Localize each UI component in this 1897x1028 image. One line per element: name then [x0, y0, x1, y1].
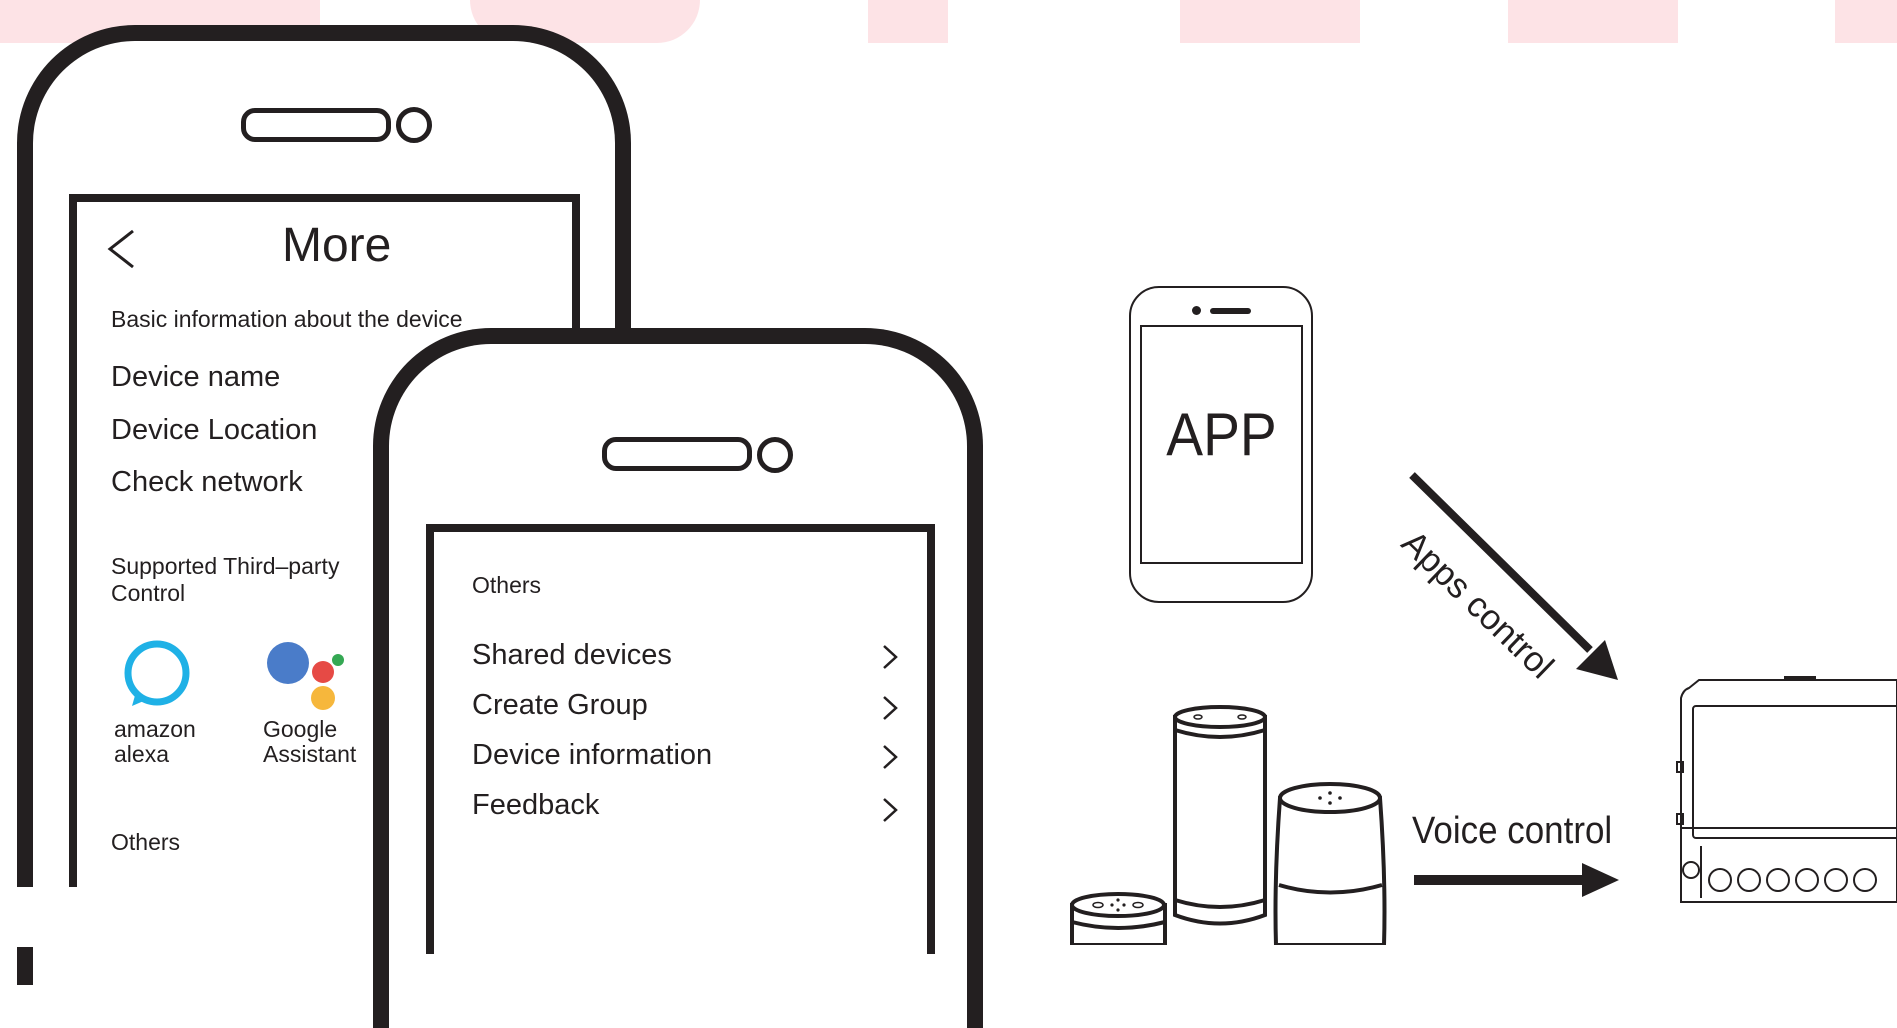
alexa-icon[interactable]: [122, 640, 192, 710]
front-camera: [757, 437, 793, 473]
menu-item-device-name[interactable]: Device name: [111, 361, 280, 394]
page-title: More: [282, 219, 392, 272]
chevron-right-icon[interactable]: [880, 797, 900, 823]
menu-item-shared-devices[interactable]: Shared devices: [472, 639, 672, 672]
section-third-party: Supported Third–party: [111, 553, 340, 579]
app-phone-camera: [1192, 306, 1201, 315]
chevron-right-icon[interactable]: [880, 744, 900, 770]
chevron-right-icon[interactable]: [880, 695, 900, 721]
voice-control-label: Voice control: [1412, 810, 1613, 852]
back-chevron-icon[interactable]: [106, 228, 136, 270]
google-label: Google: [263, 716, 338, 742]
section-others-right: Others: [472, 572, 542, 598]
google-label-line2: Assistant: [263, 741, 357, 767]
voice-control-arrow: [1414, 863, 1619, 897]
background-band: [1180, 0, 1360, 43]
speaker-slot: [602, 437, 752, 471]
smart-speakers-icon: [1070, 705, 1387, 945]
app-phone-speaker: [1210, 308, 1251, 314]
chevron-right-icon[interactable]: [880, 644, 900, 670]
section-basic-info: Basic information about the device: [111, 306, 463, 332]
menu-item-feedback[interactable]: Feedback: [472, 789, 599, 822]
smart-device-icon: [1676, 676, 1897, 903]
menu-item-create-group[interactable]: Create Group: [472, 689, 648, 722]
app-label: APP: [1166, 401, 1277, 468]
section-others-left: Others: [111, 829, 181, 855]
front-camera: [396, 107, 432, 143]
menu-item-device-location[interactable]: Device Location: [111, 414, 317, 447]
background-band: [1508, 0, 1678, 43]
menu-item-check-network[interactable]: Check network: [111, 466, 303, 499]
menu-item-device-information[interactable]: Device information: [472, 739, 712, 772]
background-band: [1835, 0, 1897, 43]
background-band: [868, 0, 948, 43]
google-assistant-icon[interactable]: [266, 640, 346, 712]
alexa-label-line2: alexa: [114, 741, 169, 767]
bottom-whitespace: [0, 887, 400, 947]
section-third-party-line2: Control: [111, 580, 186, 606]
alexa-label: amazon: [114, 716, 196, 742]
speaker-slot: [241, 108, 391, 142]
